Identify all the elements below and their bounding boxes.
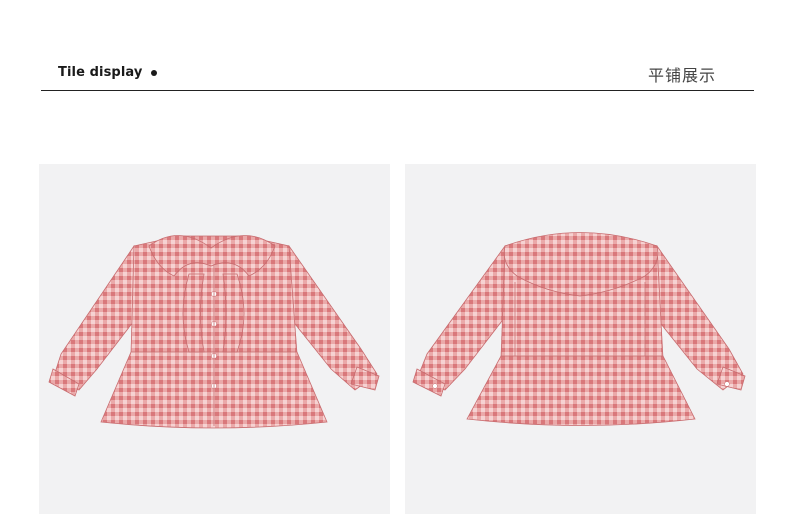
product-image-front <box>39 164 390 514</box>
section-title-chinese: 平铺展示 <box>647 66 716 85</box>
section-header: Tile display 平铺展示 <box>41 58 754 91</box>
blouse-front-illustration <box>48 235 380 429</box>
section-title-english: Tile display <box>58 65 143 80</box>
blouse-back-illustration <box>412 232 746 426</box>
product-image-back <box>405 164 756 514</box>
bullet-dot <box>151 70 157 76</box>
